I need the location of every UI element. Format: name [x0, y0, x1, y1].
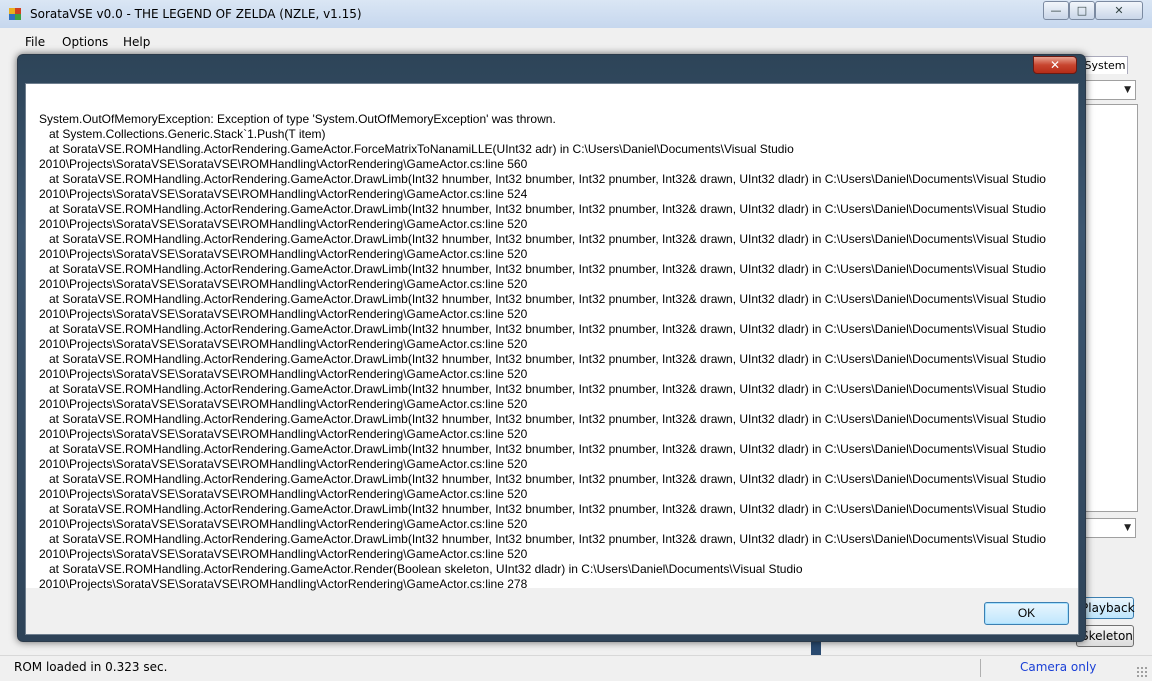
resize-grip-icon[interactable]: [1136, 666, 1148, 678]
status-text: ROM loaded in 0.323 sec.: [14, 660, 168, 674]
exception-dialog: ✕ System.OutOfMemoryException: Exception…: [17, 54, 1086, 642]
menu-file[interactable]: File: [25, 35, 45, 49]
menu-bar: File Options Help: [0, 31, 1152, 53]
exception-message: System.OutOfMemoryException: Exception o…: [39, 112, 1046, 591]
maximize-button[interactable]: □: [1069, 1, 1095, 20]
menu-options[interactable]: Options: [62, 35, 108, 49]
chevron-down-icon: ▼: [1124, 85, 1131, 95]
ok-button[interactable]: OK: [984, 602, 1069, 625]
tab-system[interactable]: System: [1082, 56, 1128, 74]
title-bar[interactable]: SorataVSE v0.0 - THE LEGEND OF ZELDA (NZ…: [0, 0, 1152, 28]
dialog-close-button[interactable]: ✕: [1033, 56, 1077, 74]
window-title: SorataVSE v0.0 - THE LEGEND OF ZELDA (NZ…: [30, 7, 362, 21]
window-close-button[interactable]: ✕: [1095, 1, 1143, 20]
chevron-down-icon: ▼: [1124, 523, 1131, 533]
menu-help[interactable]: Help: [123, 35, 150, 49]
status-bar: ROM loaded in 0.323 sec. Camera only: [0, 655, 1152, 681]
minimize-button[interactable]: —: [1043, 1, 1069, 20]
camera-mode-status: Camera only: [1020, 660, 1097, 674]
status-separator: [980, 659, 981, 677]
message-area: System.OutOfMemoryException: Exception o…: [26, 84, 1078, 591]
app-icon: [9, 8, 23, 20]
dialog-client: System.OutOfMemoryException: Exception o…: [25, 83, 1079, 635]
